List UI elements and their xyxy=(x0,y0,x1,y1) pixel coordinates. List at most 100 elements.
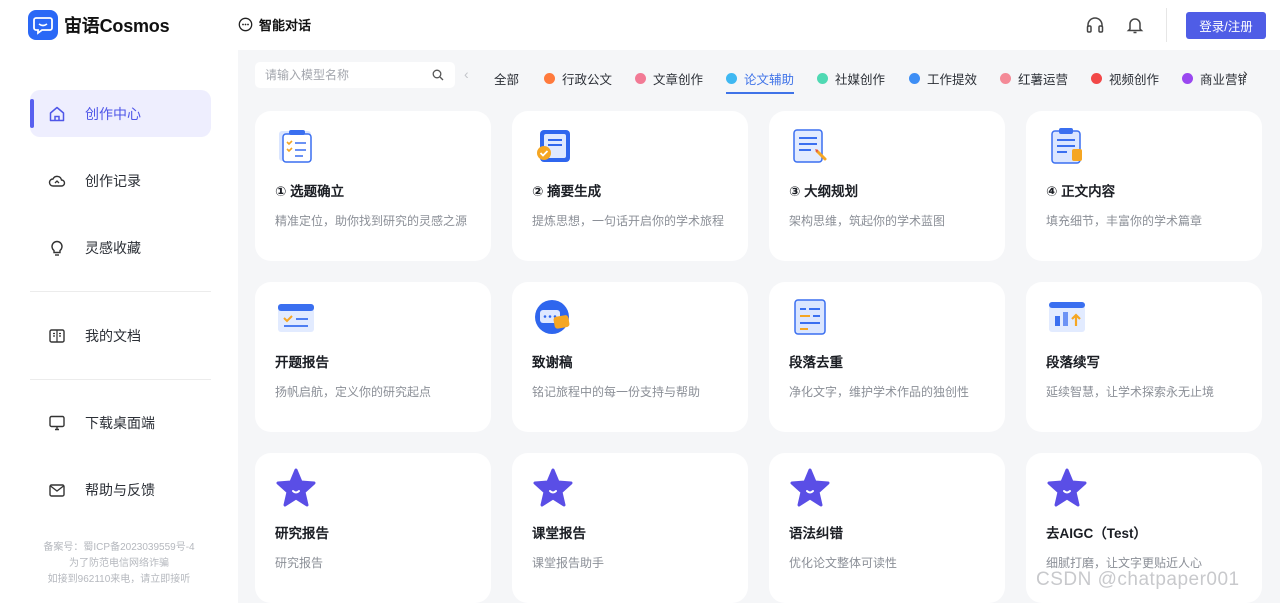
tab-label: 红薯运营 xyxy=(1018,72,1069,87)
blue-dot-icon xyxy=(909,72,920,84)
star-icon xyxy=(276,468,316,507)
card-title: 去AIGC（Test） xyxy=(1046,526,1148,541)
sidebar-item-inspiration[interactable]: 灵感收藏 xyxy=(30,224,211,271)
mail-icon xyxy=(48,481,66,499)
tool-card[interactable]: 致谢稿 铭记旅程中的每一份支持与帮助 xyxy=(512,282,748,432)
anti-fraud-hotline: 如接到962110来电，请立即接听 xyxy=(47,574,191,585)
card-title: ① 选题确立 xyxy=(275,184,345,199)
tab-label: 全部 xyxy=(494,72,520,87)
star-icon xyxy=(790,468,830,507)
orange-dot-icon xyxy=(544,72,555,84)
card-description: 净化文字，维护学术作品的独创性 xyxy=(789,385,970,399)
tab-video-creation[interactable]: 视频创作 xyxy=(1091,60,1159,96)
smart-chat-link[interactable]: 智能对话 xyxy=(238,15,311,34)
tab-article-writing[interactable]: 文章创作 xyxy=(635,60,703,96)
csdn-watermark: CSDN @chatpaper001 xyxy=(1036,569,1240,590)
tool-card[interactable]: 开题报告 扬帆启航，定义你的研究起点 xyxy=(255,282,491,432)
tab-work-efficiency[interactable]: 工作提效 xyxy=(909,60,977,96)
sidebar-item-download-desktop[interactable]: 下载桌面端 xyxy=(30,399,211,446)
tool-card[interactable]: 段落续写 延续智慧，让学术探索永无止境 xyxy=(1026,282,1262,432)
model-search-box xyxy=(255,62,455,88)
card-description: 扬帆启航，定义你的研究起点 xyxy=(275,385,432,399)
sidebar-item-label: 灵感收藏 xyxy=(85,239,141,256)
home-icon xyxy=(48,105,66,123)
sidebar-item-creation-center[interactable]: 创作中心 xyxy=(30,90,211,137)
card-title: 段落去重 xyxy=(789,355,843,370)
sidebar-item-label: 创作记录 xyxy=(85,172,141,189)
anti-fraud-notice: 为了防范电信网络诈骗 xyxy=(69,558,169,569)
card-title: 研究报告 xyxy=(275,526,329,541)
sidebar-item-label: 我的文档 xyxy=(85,327,141,344)
tool-card[interactable]: 课堂报告 课堂报告助手 xyxy=(512,453,748,603)
login-register-button[interactable]: 登录/注册 xyxy=(1186,12,1266,39)
card-title: 语法纠错 xyxy=(789,526,843,541)
bell-icon[interactable] xyxy=(1125,15,1145,35)
tab-label: 工作提效 xyxy=(927,72,978,87)
tool-card[interactable]: ① 选题确立 精准定位，助你找到研究的灵感之源 xyxy=(255,111,491,261)
tab-all[interactable]: 全部 xyxy=(494,60,519,96)
sidebar-divider xyxy=(30,379,211,380)
sidebar-item-label: 创作中心 xyxy=(85,105,141,122)
card-description: 填充细节，丰富你的学术篇章 xyxy=(1046,214,1203,228)
sidebar-footer: 备案号：蜀ICP备2023039559号-4 为了防范电信网络诈骗 如接到962… xyxy=(0,540,238,588)
message-icon xyxy=(535,300,570,334)
tab-label: 视频创作 xyxy=(1109,72,1160,87)
star-icon xyxy=(533,468,573,507)
logo-chat-icon xyxy=(28,10,58,40)
category-tabs: 全部 行政公文 文章创作 论文辅助 社媒创作 工作提效 红薯运营 视频创作 商业… xyxy=(494,60,1246,96)
smart-chat-label: 智能对话 xyxy=(259,18,312,33)
tool-card[interactable]: 段落去重 净化文字，维护学术作品的独创性 xyxy=(769,282,1005,432)
tabs-scroll-right-icon[interactable]: › xyxy=(1243,65,1248,81)
tab-social-media[interactable]: 社媒创作 xyxy=(817,60,885,96)
tool-card[interactable]: ③ 大纲规划 架构思维，筑起你的学术蓝图 xyxy=(769,111,1005,261)
headset-icon[interactable] xyxy=(1085,15,1105,35)
tab-business-marketing[interactable]: 商业营销 xyxy=(1182,60,1246,96)
tab-administrative-docs[interactable]: 行政公文 xyxy=(544,60,612,96)
app-logo[interactable]: 宙语Cosmos xyxy=(28,10,170,40)
card-description: 架构思维，筑起你的学术蓝图 xyxy=(789,214,946,228)
card-title: 开题报告 xyxy=(275,355,329,370)
tool-card[interactable]: ④ 正文内容 填充细节，丰富你的学术篇章 xyxy=(1026,111,1262,261)
sidebar-item-creation-history[interactable]: 创作记录 xyxy=(30,157,211,204)
card-title: ④ 正文内容 xyxy=(1046,184,1116,199)
lightbulb-icon xyxy=(48,239,66,257)
card-description: 铭记旅程中的每一份支持与帮助 xyxy=(532,385,701,399)
card-title: 段落续写 xyxy=(1046,355,1100,370)
tool-card[interactable]: 研究报告 研究报告 xyxy=(255,453,491,603)
tab-label: 行政公文 xyxy=(562,72,613,87)
card-description: 研究报告 xyxy=(275,556,324,570)
verified-doc-icon xyxy=(537,130,570,162)
star-icon xyxy=(1047,468,1087,507)
tool-card[interactable]: ② 摘要生成 提炼思想，一句话开启你的学术旅程 xyxy=(512,111,748,261)
card-description: 精准定位，助你找到研究的灵感之源 xyxy=(275,214,468,228)
tab-label: 论文辅助 xyxy=(744,72,795,87)
red-dot-icon xyxy=(1091,72,1102,84)
clipboard-icon xyxy=(1051,128,1082,164)
sidebar: 创作中心 创作记录 灵感收藏 我的文档 下载桌面端 帮助与反馈 备案号：蜀ICP… xyxy=(0,50,238,603)
model-search-input[interactable] xyxy=(265,68,430,82)
tool-card[interactable]: 语法纠错 优化论文整体可读性 xyxy=(769,453,1005,603)
logo-text: 宙语Cosmos xyxy=(64,16,170,36)
tabs-scroll-left-icon[interactable]: ‹ xyxy=(464,66,469,82)
card-description: 延续智慧，让学术探索永无止境 xyxy=(1046,385,1215,399)
cloud-icon xyxy=(48,172,66,190)
search-icon[interactable] xyxy=(432,69,444,81)
chat-bubble-icon xyxy=(238,17,253,32)
teal-dot-icon xyxy=(817,72,828,84)
card-description: 提炼思想，一句话开启你的学术旅程 xyxy=(532,214,725,228)
tab-thesis-assist[interactable]: 论文辅助 xyxy=(726,60,795,96)
book-icon xyxy=(48,327,66,345)
tab-label: 文章创作 xyxy=(653,72,704,87)
tab-label: 商业营销 xyxy=(1200,72,1246,87)
top-header: 宙语Cosmos 智能对话 登录/注册 xyxy=(0,0,1280,50)
tab-redbook-ops[interactable]: 红薯运营 xyxy=(1000,60,1068,96)
outline-doc-icon xyxy=(793,129,827,163)
icp-record[interactable]: 备案号：蜀ICP备2023039559号-4 xyxy=(0,540,238,556)
sidebar-item-help-feedback[interactable]: 帮助与反馈 xyxy=(30,466,211,513)
monitor-icon xyxy=(48,414,66,432)
card-description: 课堂报告助手 xyxy=(532,556,605,570)
card-title: ② 摘要生成 xyxy=(532,184,602,199)
sidebar-item-my-docs[interactable]: 我的文档 xyxy=(30,312,211,359)
sidebar-divider xyxy=(30,291,211,292)
checklist-icon xyxy=(279,130,312,163)
